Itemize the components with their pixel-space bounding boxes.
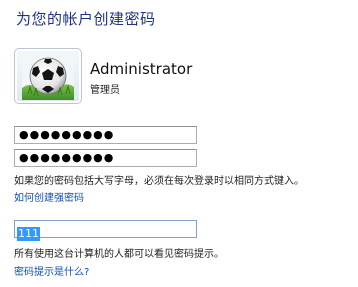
new-password-field[interactable]: ●●●●●●●●● <box>14 126 197 144</box>
hint-selected-text: 111 <box>17 227 40 241</box>
caps-lock-note: 如果您的密码包括大写字母，必须在每次登录时以相同方式键入。 <box>14 176 304 187</box>
user-role: 管理员 <box>90 85 120 96</box>
password-hint-field[interactable]: 111 <box>14 220 197 241</box>
confirm-password-field[interactable]: ●●●●●●●●● <box>14 149 197 167</box>
page-title: 为您的帐户创建密码 <box>16 10 156 28</box>
create-password-page: 为您的帐户创建密码 Administrator 管理员 ●●●●●●●●● ●●… <box>0 0 358 287</box>
password-hint-help-link[interactable]: 密码提示是什么? <box>14 263 89 278</box>
user-name: Administrator <box>90 60 193 78</box>
avatar <box>14 48 82 104</box>
strong-password-link[interactable]: 如何创建强密码 <box>14 189 84 204</box>
hint-visibility-note: 所有使用这台计算机的人都可以看见密码提示。 <box>14 249 224 260</box>
soccer-ball-icon <box>22 52 74 100</box>
